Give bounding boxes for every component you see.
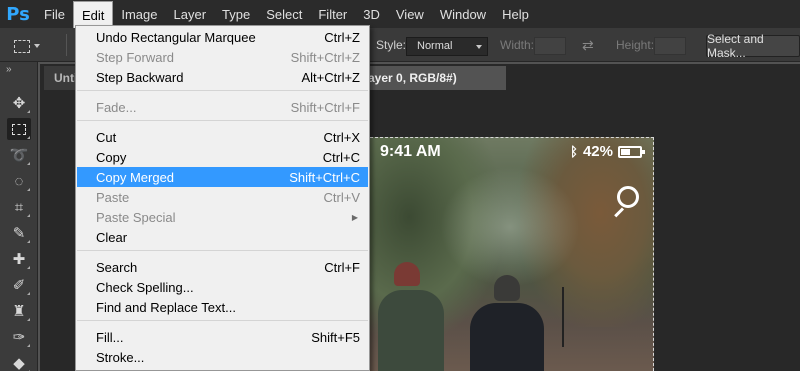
photoshop-logo[interactable]: Ps bbox=[0, 0, 36, 28]
menu-help[interactable]: Help bbox=[494, 0, 537, 28]
menu-item-paste[interactable]: Paste Ctrl+V bbox=[77, 187, 368, 207]
document-tab-active[interactable]: ayer 0, RGB/8#) bbox=[366, 66, 506, 90]
select-and-mask-button[interactable]: Select and Mask... bbox=[706, 32, 800, 60]
quick-selection-icon[interactable]: ◌ bbox=[7, 170, 31, 192]
menu-view[interactable]: View bbox=[388, 0, 432, 28]
menu-item-clear[interactable]: Clear bbox=[77, 227, 368, 247]
status-time: 9:41 AM bbox=[380, 143, 441, 160]
menu-item-copy[interactable]: Copy Ctrl+C bbox=[77, 147, 368, 167]
menu-filter[interactable]: Filter bbox=[310, 0, 355, 28]
status-right: ᛒ 42% bbox=[570, 143, 645, 160]
menu-item-step-backward[interactable]: Step Backward Alt+Ctrl+Z bbox=[77, 67, 368, 87]
menu-item-fill[interactable]: Fill... Shift+F5 bbox=[77, 327, 368, 347]
menu-window[interactable]: Window bbox=[432, 0, 494, 28]
selection-marquee-top bbox=[370, 137, 654, 138]
menu-item-copy-merged[interactable]: Copy Merged Shift+Ctrl+C bbox=[77, 167, 368, 187]
height-label: Height: bbox=[616, 38, 655, 52]
healing-brush-icon[interactable]: ✚ bbox=[7, 248, 31, 270]
menu-select[interactable]: Select bbox=[258, 0, 310, 28]
selection-marquee-right bbox=[653, 137, 654, 371]
eyedropper-icon[interactable]: ✎ bbox=[7, 222, 31, 244]
menu-item-search[interactable]: Search Ctrl+F bbox=[77, 257, 368, 277]
person-dark-jacket bbox=[470, 275, 544, 371]
menu-item-paste-special[interactable]: Paste Special ▶ bbox=[77, 207, 368, 227]
rectangular-marquee-icon[interactable] bbox=[7, 118, 31, 140]
collapse-icon[interactable]: » bbox=[6, 64, 12, 75]
tools-panel: » ✥ ➰ ◌ ⌗ ✎ ✚ ✐ ♜ ✑ ◆ bbox=[0, 62, 38, 371]
search-icon bbox=[611, 186, 641, 218]
tool-preset-picker[interactable] bbox=[14, 35, 60, 57]
menu-item-cut[interactable]: Cut Ctrl+X bbox=[77, 127, 368, 147]
menu-layer[interactable]: Layer bbox=[166, 0, 215, 28]
options-divider bbox=[66, 34, 67, 56]
crop-icon[interactable]: ⌗ bbox=[7, 196, 31, 218]
menu-image[interactable]: Image bbox=[113, 0, 165, 28]
forest-haze bbox=[440, 167, 580, 287]
menu-item-step-forward[interactable]: Step Forward Shift+Ctrl+Z bbox=[77, 47, 368, 67]
menu-3d[interactable]: 3D bbox=[355, 0, 388, 28]
battery-icon bbox=[618, 145, 645, 158]
camera-tripod bbox=[562, 287, 564, 347]
menu-file[interactable]: File bbox=[36, 0, 73, 28]
width-field[interactable] bbox=[534, 37, 566, 55]
style-label: Style: bbox=[376, 38, 407, 52]
eraser-icon[interactable]: ◆ bbox=[7, 352, 31, 371]
menu-item-fade[interactable]: Fade... Shift+Ctrl+F bbox=[77, 97, 368, 117]
rectangular-marquee-icon bbox=[14, 39, 30, 53]
bluetooth-icon: ᛒ bbox=[570, 144, 578, 159]
menu-separator bbox=[77, 90, 368, 91]
menu-item-check-spelling[interactable]: Check Spelling... bbox=[77, 277, 368, 297]
menu-edit[interactable]: Edit bbox=[72, 1, 114, 28]
menu-separator bbox=[77, 320, 368, 321]
menu-separator bbox=[77, 250, 368, 251]
clone-stamp-icon[interactable]: ♜ bbox=[7, 300, 31, 322]
menu-separator bbox=[77, 120, 368, 121]
document-tab-untitled[interactable]: Unti bbox=[44, 66, 76, 90]
menu-item-undo[interactable]: Undo Rectangular Marquee Ctrl+Z bbox=[77, 27, 368, 47]
style-select[interactable]: Normal bbox=[406, 37, 488, 56]
history-brush-icon[interactable]: ✑ bbox=[7, 326, 31, 348]
edit-menu-dropdown: Undo Rectangular Marquee Ctrl+Z Step Forw… bbox=[75, 25, 370, 371]
menu-bar: Ps File Edit Image Layer Type Select Fil… bbox=[0, 0, 800, 28]
menu-type[interactable]: Type bbox=[214, 0, 258, 28]
submenu-arrow-icon: ▶ bbox=[351, 212, 358, 222]
person-red-hat bbox=[378, 262, 444, 371]
menu-item-stroke[interactable]: Stroke... bbox=[77, 347, 368, 367]
battery-percent: 42% bbox=[582, 143, 613, 160]
chevron-down-icon bbox=[476, 45, 482, 49]
move-icon[interactable]: ✥ bbox=[7, 92, 31, 114]
width-label: Width: bbox=[500, 38, 535, 52]
style-select-value: Normal bbox=[417, 40, 453, 52]
swap-icon[interactable]: ⇄ bbox=[582, 37, 594, 54]
chevron-down-icon bbox=[34, 44, 40, 48]
lasso-icon[interactable]: ➰ bbox=[7, 144, 31, 166]
height-field[interactable] bbox=[654, 37, 686, 55]
brush-icon[interactable]: ✐ bbox=[7, 274, 31, 296]
canvas-image[interactable]: 9:41 AM ᛒ 42% bbox=[370, 137, 654, 371]
menu-item-find-replace[interactable]: Find and Replace Text... bbox=[77, 297, 368, 317]
